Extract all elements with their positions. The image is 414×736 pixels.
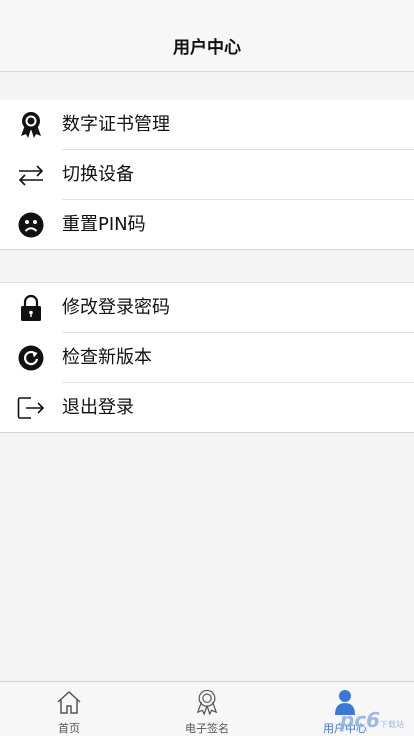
divider bbox=[0, 432, 414, 433]
reset-pin-label: 重置PIN码 bbox=[62, 214, 146, 235]
lock-icon bbox=[17, 294, 45, 321]
certificate-ribbon-icon bbox=[17, 112, 45, 138]
check-version-label: 检查新版本 bbox=[62, 347, 152, 368]
check-version-item[interactable]: 检查新版本 bbox=[0, 333, 414, 383]
tab-home-label: 首页 bbox=[58, 722, 80, 735]
sad-face-icon bbox=[17, 212, 45, 238]
logout-label: 退出登录 bbox=[62, 397, 134, 418]
home-icon bbox=[54, 687, 84, 717]
certificate-management-label: 数字证书管理 bbox=[62, 114, 170, 135]
settings-group-2: 修改登录密码 检查新版本 退出登录 bbox=[0, 282, 414, 433]
switch-device-label: 切换设备 bbox=[62, 164, 134, 185]
watermark-brand: pc6 bbox=[339, 708, 380, 732]
logout-icon bbox=[17, 395, 45, 421]
certificate-ribbon-icon bbox=[192, 687, 222, 717]
switch-device-item[interactable]: 切换设备 bbox=[0, 150, 414, 200]
logout-item[interactable]: 退出登录 bbox=[0, 383, 414, 433]
switch-arrows-icon bbox=[17, 162, 45, 188]
settings-group-1: 数字证书管理 切换设备 重置PIN码 bbox=[0, 100, 414, 250]
page-title: 用户中心 bbox=[173, 38, 241, 58]
change-password-label: 修改登录密码 bbox=[62, 297, 170, 318]
watermark-sub: 下载站 bbox=[380, 720, 404, 729]
change-password-item[interactable]: 修改登录密码 bbox=[0, 283, 414, 333]
tab-e-signature-label: 电子签名 bbox=[185, 722, 229, 735]
nav-bar: 用户中心 bbox=[0, 0, 414, 72]
reset-pin-item[interactable]: 重置PIN码 bbox=[0, 200, 414, 250]
tab-e-signature[interactable]: 电子签名 bbox=[138, 682, 276, 736]
certificate-management-item[interactable]: 数字证书管理 bbox=[0, 100, 414, 150]
tab-home[interactable]: 首页 bbox=[0, 682, 138, 736]
watermark-logo: pc6下载站 bbox=[340, 708, 404, 732]
refresh-icon bbox=[17, 345, 45, 371]
divider bbox=[0, 249, 414, 250]
